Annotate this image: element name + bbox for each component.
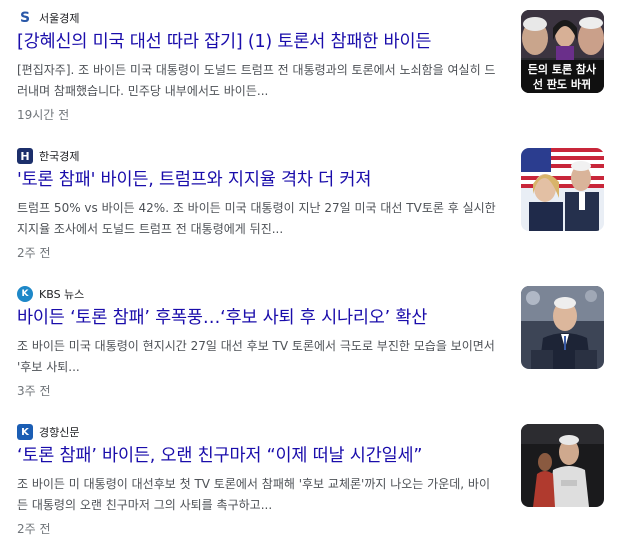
news-age: 2주 전 — [17, 522, 51, 536]
news-thumbnail[interactable] — [521, 148, 604, 231]
news-title-link[interactable]: [강혜신의 미국 대선 따라 잡기] (1) 토론서 참패한 바이든 — [17, 28, 507, 53]
news-snippet: [편집자주]. 조 바이든 미국 대통령이 도널드 트럼프 전 대통령과의 토론… — [17, 63, 496, 98]
thumb-caption-line1: 든의 토론 참사 — [528, 62, 597, 76]
news-snippet: 조 바이든 미국 대통령이 현지시간 27일 대선 후보 TV 토론에서 극도로… — [17, 339, 495, 374]
thumbnail-image — [521, 286, 604, 369]
thumbnail-image: 든의 토론 참사 선 판도 바뀌 — [521, 10, 604, 93]
source-name: 서울경제 — [39, 12, 80, 25]
thumb-caption-line2: 선 판도 바뀌 — [533, 77, 591, 91]
news-source: K 경향신문 — [17, 424, 79, 440]
source-logo-icon: H — [17, 148, 33, 164]
news-thumbnail[interactable] — [521, 424, 604, 507]
news-snippet: 조 바이든 미 대통령이 대선후보 첫 TV 토론에서 참패해 '후보 교체론'… — [17, 477, 490, 512]
news-thumbnail[interactable] — [521, 286, 604, 369]
news-title-link[interactable]: '토론 참패' 바이든, 트럼프와 지지율 격차 더 커져 — [17, 166, 507, 191]
news-result[interactable]: K 경향신문 ‘토론 참패’ 바이든, 오랜 친구마저 “이제 떠날 시간일세”… — [0, 414, 618, 550]
news-result[interactable]: H 한국경제 '토론 참패' 바이든, 트럼프와 지지율 격차 더 커져 트럼프… — [0, 138, 618, 274]
news-thumbnail[interactable]: 든의 토론 참사 선 판도 바뀌 — [521, 10, 604, 93]
news-snippet: 트럼프 50% vs 바이든 42%. 조 바이든 미국 대통령이 지난 27일… — [17, 201, 496, 236]
thumbnail-image — [521, 424, 604, 507]
source-logo-icon: K — [17, 286, 33, 302]
news-title-link[interactable]: ‘토론 참패’ 바이든, 오랜 친구마저 “이제 떠날 시간일세” — [17, 442, 507, 467]
source-name: KBS 뉴스 — [39, 288, 85, 301]
source-name: 한국경제 — [39, 150, 80, 163]
news-age: 3주 전 — [17, 384, 51, 398]
news-source: K KBS 뉴스 — [17, 286, 84, 302]
news-result[interactable]: K KBS 뉴스 바이든 ‘토론 참패’ 후폭풍…‘후보 사퇴 후 시나리오’ … — [0, 276, 618, 412]
source-logo-icon: K — [17, 424, 33, 440]
news-title-link[interactable]: 바이든 ‘토론 참패’ 후폭풍…‘후보 사퇴 후 시나리오’ 확산 — [17, 304, 507, 329]
source-name: 경향신문 — [39, 426, 80, 439]
news-age: 19시간 전 — [17, 108, 70, 122]
news-source: S 서울경제 — [17, 10, 79, 26]
news-age: 2주 전 — [17, 246, 51, 260]
thumbnail-image — [521, 148, 604, 231]
news-result[interactable]: S 서울경제 [강혜신의 미국 대선 따라 잡기] (1) 토론서 참패한 바이… — [0, 0, 618, 136]
source-logo-icon: S — [17, 10, 33, 26]
news-source: H 한국경제 — [17, 148, 79, 164]
